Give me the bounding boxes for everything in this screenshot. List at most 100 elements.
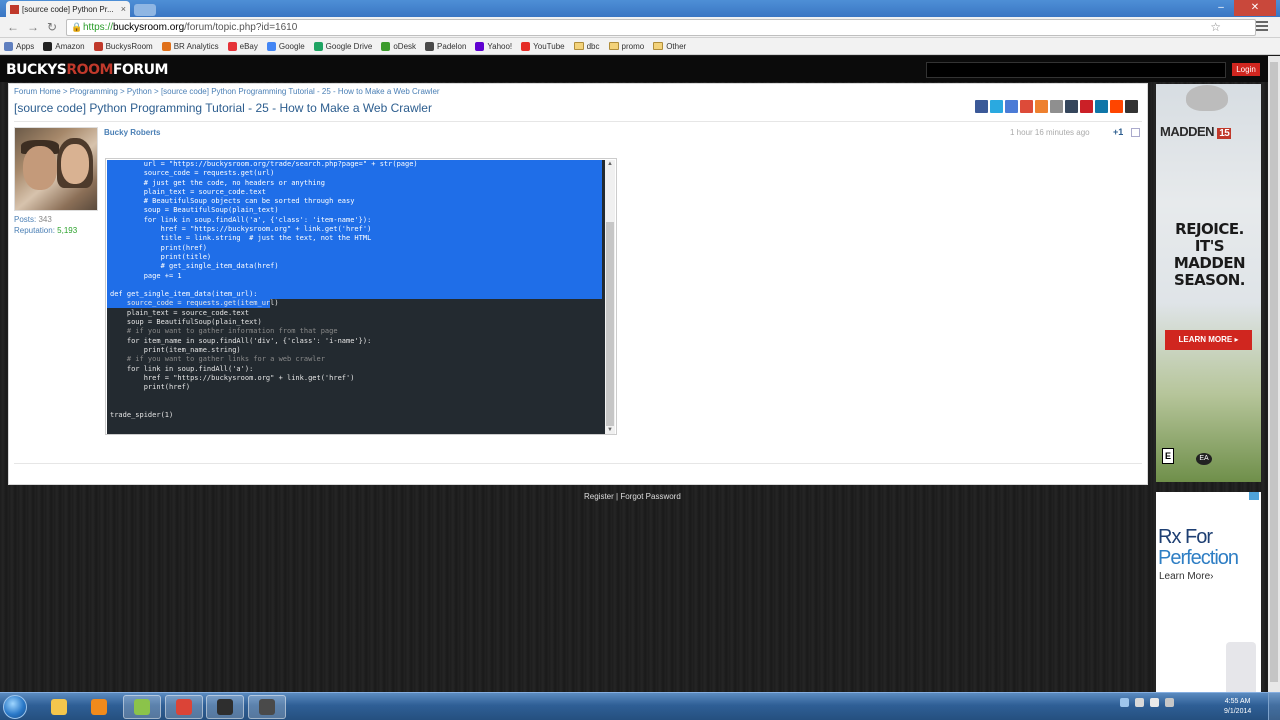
share-icon[interactable] [990,100,1003,113]
address-bar-row: ← → ↻ 🔒 https://buckysroom.org/forum/topi… [0,17,1280,38]
code-line: source_code = requests.get(item_url) [110,299,279,308]
code-line: href = "https://buckysroom.org" + link.g… [110,225,372,234]
user-stats: Posts: 343 Reputation: 5,193 [14,214,77,236]
tray-flag-icon[interactable] [1120,698,1129,707]
bookmark-amazon[interactable]: Amazon [43,41,85,51]
madden-ad[interactable]: MADDEN 15 REJOICE. IT'S MADDEN SEASON. L… [1156,84,1261,482]
bookmark-star-icon[interactable]: ☆ [1210,20,1221,35]
code-line: soup = BeautifulSoup(plain_text) [110,206,279,215]
share-icon[interactable] [1110,100,1123,113]
bookmark-label: oDesk [393,41,417,51]
bookmark-promo[interactable]: promo [608,42,644,51]
share-icon[interactable] [1125,100,1138,113]
footer-links[interactable]: Register | Forgot Password [584,492,681,501]
share-icon[interactable] [1080,100,1093,113]
share-icon[interactable] [1050,100,1063,113]
taskbar-app-media-player[interactable] [80,695,118,719]
browser-tab[interactable]: [source code] Python Pr... × [6,1,130,17]
tab-close-icon[interactable]: × [121,4,126,14]
post-author-link[interactable]: Bucky Roberts [104,128,160,137]
share-icon[interactable] [1005,100,1018,113]
code-editor[interactable]: url = "https://buckysroom.org/trade/sear… [107,160,606,434]
code-line: plain_text = source_code.text [110,187,266,196]
show-desktop-button[interactable] [1268,693,1280,720]
code-line: url = "https://buckysroom.org/trade/sear… [110,160,418,168]
new-tab-button[interactable] [134,4,156,16]
bookmark-yahoo[interactable]: Yahoo! [475,41,512,51]
url-path: /forum/topic.php?id=1610 [184,22,298,33]
tab-title: [source code] Python Pr... [22,4,114,14]
code-line: for item_name in soup.findAll('div', {'c… [110,336,372,345]
ad-slogan: REJOICE. IT'S MADDEN SEASON. [1173,220,1246,289]
taskbar-app-app5[interactable] [206,695,244,719]
lock-icon: 🔒 [71,22,83,32]
bookmark-favicon-icon [475,41,485,51]
bookmark-ebay[interactable]: eBay [227,41,258,51]
bookmark-google-drive[interactable]: Google Drive [313,41,372,51]
bookmark-br-analytics[interactable]: BR Analytics [161,41,219,51]
site-logo[interactable]: BUCKYSROOMFORUM [6,62,168,78]
folder-icon [608,42,619,50]
bookmark-youtube[interactable]: YouTube [521,41,565,51]
power-icon[interactable] [1165,698,1174,707]
forward-arrow-icon[interactable]: → [26,20,40,34]
bookmark-buckysroom[interactable]: BuckysRoom [93,41,153,51]
back-arrow-icon[interactable]: ← [6,20,20,34]
clock-time: 4:55 AM [1224,698,1251,705]
bookmark-google[interactable]: Google [266,41,305,51]
bookmark-odesk[interactable]: oDesk [381,41,417,51]
share-icon[interactable] [1035,100,1048,113]
folder-icon [653,42,664,50]
url-input[interactable]: 🔒 https://buckysroom.org/forum/topic.php?… [66,19,1256,36]
favicon-icon [10,4,19,14]
clock[interactable]: 4:55 AM 9/1/2014 [1224,697,1251,717]
taskbar-app-explorer[interactable] [40,695,78,719]
avatar[interactable] [14,127,98,211]
reload-icon[interactable]: ↻ [45,20,59,34]
scroll-up-icon[interactable]: ▲ [605,160,615,168]
login-button[interactable]: Login [1232,63,1260,76]
ad-learn-more-link[interactable]: Learn More› [1159,571,1213,582]
bookmark-padelon[interactable]: Padelon [425,41,467,51]
share-icon[interactable] [1095,100,1108,113]
bookmark-label: BR Analytics [173,41,219,51]
share-icon[interactable] [975,100,988,113]
page-scrollbar[interactable] [1268,56,1280,692]
start-button[interactable] [3,695,27,719]
bookmark-apps[interactable]: Apps [4,41,34,51]
taskbar-app-editor[interactable] [123,695,161,719]
product-image [1226,642,1256,692]
bookmark-other[interactable]: Other [653,42,686,51]
share-icon[interactable] [1020,100,1033,113]
posts-label: Posts: [14,215,37,224]
ad-headline-1: Rx For [1158,526,1213,548]
code-block[interactable]: url = "https://buckysroom.org/trade/sear… [105,158,617,435]
media-player-icon [91,699,107,715]
scroll-down-icon[interactable]: ▼ [605,426,615,434]
scrollbar-thumb[interactable] [606,222,614,426]
adchoices-icon[interactable] [1249,492,1259,500]
volume-icon[interactable] [1150,698,1159,707]
web-page: BUCKYSROOMFORUM Login Forum Home > Progr… [0,56,1280,692]
page-scrollbar-thumb[interactable] [1270,62,1278,682]
bookmark-dbc[interactable]: dbc [573,42,600,51]
taskbar-app-chrome[interactable] [165,695,203,719]
minimize-icon[interactable]: – [1208,0,1234,16]
code-scrollbar[interactable]: ▲ ▼ [605,160,615,434]
bookmark-label: Padelon [437,41,467,51]
code-line: # just get the code, no headers or anyth… [110,178,325,187]
plus-one-button[interactable]: +1 [1113,127,1123,137]
code-line: soup = BeautifulSoup(plain_text) [110,318,262,327]
rx-ad[interactable]: Rx For Perfection Learn More› [1156,492,1261,692]
breadcrumb[interactable]: Forum Home > Programming > Python > [sou… [14,87,440,96]
network-icon[interactable] [1135,698,1144,707]
ad-learn-more-button[interactable]: LEARN MORE ▸ [1165,330,1252,350]
share-icon[interactable] [1065,100,1078,113]
post-checkbox[interactable] [1131,128,1140,137]
site-search-input[interactable] [926,62,1226,78]
close-window-icon[interactable]: ✕ [1234,0,1276,16]
menu-icon[interactable] [1256,21,1268,33]
taskbar-app-app6[interactable] [248,695,286,719]
code-line: trade_spider(1) [110,411,174,420]
